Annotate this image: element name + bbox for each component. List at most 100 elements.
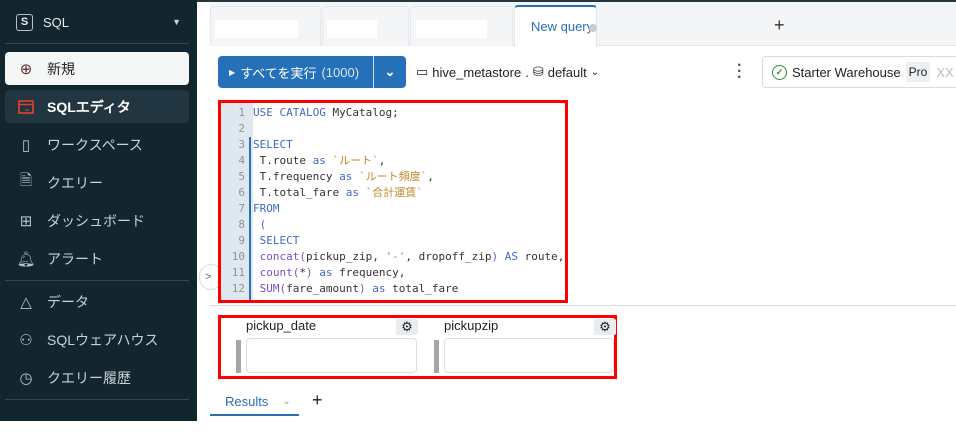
row-limit: (1000) [321, 64, 360, 80]
line-number: 3 [238, 138, 245, 151]
line-text: T.route as `ルート`, [249, 153, 385, 169]
line-text: FROM [249, 201, 280, 217]
warehouse-tier-badge: Pro [905, 62, 931, 82]
sidebar-item-label: SQLウェアハウス [47, 331, 159, 348]
tab-label: New query [531, 19, 594, 34]
clock-icon: ◷ [19, 369, 33, 387]
chevron-down-icon: ⌄ [590, 66, 600, 78]
code-line: 11 count(*) as frequency, [221, 265, 564, 281]
line-number: 7 [238, 202, 245, 215]
warehouse-icon: ⚇ [19, 331, 33, 349]
unsaved-dot-icon [589, 24, 597, 32]
gear-icon[interactable]: ⚙ [396, 319, 418, 335]
data-icon: △ [20, 293, 32, 311]
line-text: T.total_fare as `合計運賃` [249, 185, 423, 201]
check-circle-icon: ✓ [772, 64, 787, 80]
sidebar-item-new[interactable]: ⊕ 新規 [5, 52, 189, 85]
code-line: 7 FROM [221, 201, 564, 217]
results-label: Results [225, 393, 269, 409]
sidebar-item-warehouses[interactable]: ⚇ SQLウェアハウス [5, 323, 189, 356]
sidebar-item-label: ダッシュボード [47, 212, 145, 229]
sidebar-item-label: アラート [47, 250, 103, 267]
line-text: USE CATALOG MyCatalog; [253, 106, 399, 119]
code-line: 5 T.frequency as `ルート頻度`, [221, 169, 564, 185]
parameter-input[interactable] [444, 338, 614, 373]
warehouse-size: XX [936, 64, 954, 80]
sql-editor-icon [17, 98, 35, 116]
line-number: 10 [231, 250, 245, 263]
sidebar-item-queries[interactable]: 🗎 クエリー [5, 166, 189, 199]
query-tab[interactable] [322, 6, 409, 46]
editor-divider[interactable] [210, 305, 956, 306]
code-line: 2 [221, 121, 564, 137]
warehouse-name: Starter Warehouse [792, 64, 901, 80]
parameter-input[interactable] [246, 338, 417, 373]
line-number: 6 [238, 186, 245, 199]
run-all-button-group: ▶ すべてを実行 (1000) ⌄ [218, 56, 406, 88]
line-number: 11 [231, 266, 245, 279]
sidebar-item-alerts[interactable]: 🔔︎ アラート [5, 242, 189, 275]
line-number: 13 [221, 297, 249, 300]
divider [5, 280, 189, 281]
gear-icon[interactable]: ⚙ [594, 319, 616, 335]
sql-logo-icon: S [16, 13, 33, 31]
line-text: SELECT [249, 233, 299, 249]
run-all-button[interactable]: ▶ すべてを実行 (1000) [218, 56, 374, 88]
chevron-down-icon[interactable]: ⌄ [282, 396, 290, 407]
line-text: SUM(fare_amount) as total_fare [249, 281, 458, 297]
query-tab[interactable] [210, 6, 321, 46]
code-line: 12 SUM(fare_amount) as total_fare [221, 281, 564, 297]
divider [5, 43, 189, 44]
line-number: 2 [238, 122, 245, 135]
bell-icon: 🔔︎ [16, 250, 36, 268]
tab-results[interactable]: Results ⌄ [210, 388, 299, 416]
code-line: 10 concat(pickup_zip, '-', dropoff_zip) … [221, 249, 564, 265]
dashboard-icon: ⊞ [19, 212, 33, 230]
sidebar-item-dashboards[interactable]: ⊞ ダッシュボード [5, 204, 189, 237]
line-text: ( [249, 217, 266, 233]
parameter-label: pickupzip [444, 318, 499, 333]
sidebar-item-data[interactable]: △ データ [5, 285, 189, 318]
drag-handle[interactable] [236, 340, 241, 373]
sidebar-item-query-history[interactable]: ◷ クエリー履歴 [5, 361, 189, 394]
sidebar-item-workspace[interactable]: ▯ ワークスペース [5, 128, 189, 161]
line-text: concat(pickup_zip, '-', dropoff_zip) AS … [249, 249, 564, 265]
plus-circle-icon: ⊕ [19, 60, 33, 78]
code-lines: 1 USE CATALOG MyCatalog; 2 3 SELECT 4 T.route… [221, 105, 564, 300]
line-text: FROM [249, 297, 286, 300]
app-name: SQL [43, 14, 70, 30]
add-tab-button[interactable]: + [774, 15, 785, 36]
query-tab[interactable] [410, 6, 513, 46]
query-parameters: pickup_date ⚙ pickupzip ⚙ [218, 315, 617, 379]
sidebar-item-label: データ [47, 293, 89, 310]
line-text: T.frequency as `ルート頻度`, [249, 169, 434, 185]
run-options-dropdown[interactable]: ⌄ [374, 64, 406, 80]
line-number: 4 [238, 154, 245, 167]
sidebar-item-sql-editor[interactable]: SQLエディタ [5, 90, 189, 123]
catalog-schema-selector[interactable]: ▭ hive_metastore. ⛁ default ⌄ [416, 64, 599, 80]
code-line: 1 USE CATALOG MyCatalog; [221, 105, 564, 121]
code-line: 13 FROM [221, 297, 564, 300]
sidebar-item-label: SQLエディタ [47, 98, 131, 115]
query-tabs: New query + [210, 2, 956, 47]
line-text [249, 121, 253, 137]
warehouse-selector[interactable]: ✓ Starter Warehouse Pro XX [762, 56, 956, 88]
code-line: 8 ( [221, 217, 564, 233]
sidebar: S SQL ▼ ⊕ 新規 SQLエディタ ▯ ワークスペース 🗎 クエリー ⊞ ダッシュ… [0, 0, 197, 421]
code-line: 9 SELECT [221, 233, 564, 249]
app-switcher[interactable]: S SQL ▼ [16, 12, 181, 32]
workspace-icon: ▯ [21, 136, 31, 154]
line-number: 8 [238, 218, 245, 231]
code-line: 4 T.route as `ルート`, [221, 153, 564, 169]
add-visualization-button[interactable]: + [312, 390, 323, 411]
schema-name: default [547, 64, 587, 80]
tab-new-query[interactable]: New query [514, 5, 597, 47]
catalog-icon: ▭ [416, 64, 429, 79]
divider [5, 399, 189, 400]
play-icon: ▶ [229, 67, 236, 77]
sidebar-item-label: 新規 [47, 60, 75, 77]
separator: . [525, 64, 529, 80]
sql-editor[interactable]: 1 USE CATALOG MyCatalog; 2 3 SELECT 4 T.route… [218, 100, 568, 303]
drag-handle[interactable] [434, 340, 439, 373]
more-options-icon[interactable]: · · · [737, 58, 742, 86]
